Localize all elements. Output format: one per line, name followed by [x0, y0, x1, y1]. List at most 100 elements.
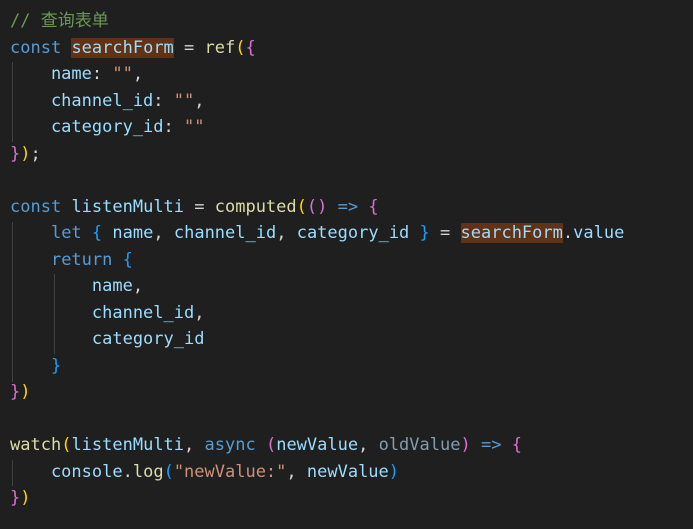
code-token: ( [163, 461, 174, 482]
code-token: } [10, 382, 21, 402]
code-token: const [10, 37, 62, 58]
code-token: computed [214, 196, 297, 217]
code-line[interactable]: // 查询表单 [10, 8, 109, 34]
code-line[interactable]: name: "", [10, 61, 143, 87]
code-line[interactable]: }); [10, 141, 41, 167]
code-token: } [10, 143, 21, 164]
code-token: newValue [306, 461, 389, 482]
code-editor[interactable]: // 查询表单 const searchForm = ref({ name: ""… [0, 0, 693, 529]
code-token: } [10, 488, 21, 508]
code-token: // 查询表单 [10, 11, 109, 31]
code-line[interactable]: channel_id: "", [10, 88, 205, 114]
code-token: ) [388, 461, 400, 482]
code-token: { [511, 435, 522, 455]
highlighted-token: searchForm [460, 223, 563, 243]
code-token: category_id [10, 329, 205, 349]
code-token: ref [204, 37, 236, 58]
code-token: => [480, 435, 502, 455]
code-token: } [419, 223, 430, 243]
code-token: { [91, 223, 103, 243]
code-token: ) [20, 382, 31, 402]
code-token: : [153, 90, 174, 111]
code-token: channel_id [10, 302, 195, 323]
code-token: "newValue:" [173, 461, 287, 482]
code-token: , [184, 435, 205, 455]
code-token: ) [460, 435, 471, 455]
code-line[interactable]: category_id: "" [10, 114, 205, 140]
code-line[interactable]: let { name, channel_id, category_id } = … [10, 220, 624, 246]
code-token: let [50, 223, 82, 243]
code-token: ( [61, 435, 72, 455]
code-token: : [163, 117, 185, 137]
code-token: async [204, 435, 256, 455]
code-token: oldValue [378, 435, 461, 455]
code-token: { [122, 249, 133, 270]
code-token: watch [10, 435, 62, 455]
code-token: return [50, 249, 113, 270]
code-token: { [245, 37, 256, 58]
code-line[interactable]: return { [10, 247, 133, 273]
code-token: ( [296, 196, 307, 217]
code-token: ) [20, 143, 31, 164]
code-line[interactable]: watch(listenMulti, async (newValue, oldV… [10, 432, 522, 458]
code-token: . [562, 223, 574, 243]
code-token: => [337, 196, 359, 217]
code-token: name [112, 223, 154, 243]
code-line[interactable]: category_id [10, 326, 205, 352]
code-line[interactable]: const searchForm = ref({ [10, 35, 256, 61]
code-token: = [173, 37, 205, 58]
code-token: , [358, 435, 379, 455]
code-token: "" [184, 117, 205, 137]
code-token: listenMulti [71, 196, 185, 217]
code-token: } [50, 355, 62, 376]
code-token: value [573, 223, 625, 243]
code-line[interactable]: name, [10, 273, 143, 299]
code-token: = [184, 196, 215, 217]
code-token: channel_id [10, 90, 154, 111]
code-token: name [10, 276, 133, 296]
code-token: , [132, 276, 144, 296]
highlighted-token: searchForm [71, 37, 174, 58]
code-token: { [368, 196, 379, 217]
code-token: console [10, 461, 123, 482]
code-token: , [194, 302, 205, 323]
code-line[interactable]: console.log("newValue:", newValue) [10, 459, 399, 485]
code-line[interactable]: channel_id, [10, 300, 205, 326]
code-token: = [429, 223, 461, 243]
code-token: channel_id [173, 223, 277, 243]
code-token: : [91, 64, 113, 84]
code-line[interactable]: }) [10, 485, 31, 511]
code-token: category_id [296, 223, 410, 243]
code-token: ( [235, 37, 246, 58]
code-token: () [306, 196, 328, 217]
code-token: newValue [276, 435, 359, 455]
code-line[interactable]: }) [10, 379, 31, 405]
code-token: . [122, 461, 133, 482]
code-token: name [10, 64, 92, 84]
code-token: log [132, 461, 164, 482]
code-token: , [286, 461, 307, 482]
code-token: const [10, 196, 62, 217]
code-token: , [276, 223, 297, 243]
code-token: , [194, 90, 205, 111]
code-line[interactable]: const listenMulti = computed(() => { [10, 194, 379, 220]
code-token: "" [112, 64, 133, 84]
code-token: ) [20, 488, 31, 508]
code-token: listenMulti [71, 435, 185, 455]
code-token: , [132, 64, 144, 84]
code-token: ( [265, 435, 277, 455]
code-line[interactable]: } [10, 353, 61, 379]
code-token: , [153, 223, 174, 243]
code-token: ; [30, 143, 41, 164]
